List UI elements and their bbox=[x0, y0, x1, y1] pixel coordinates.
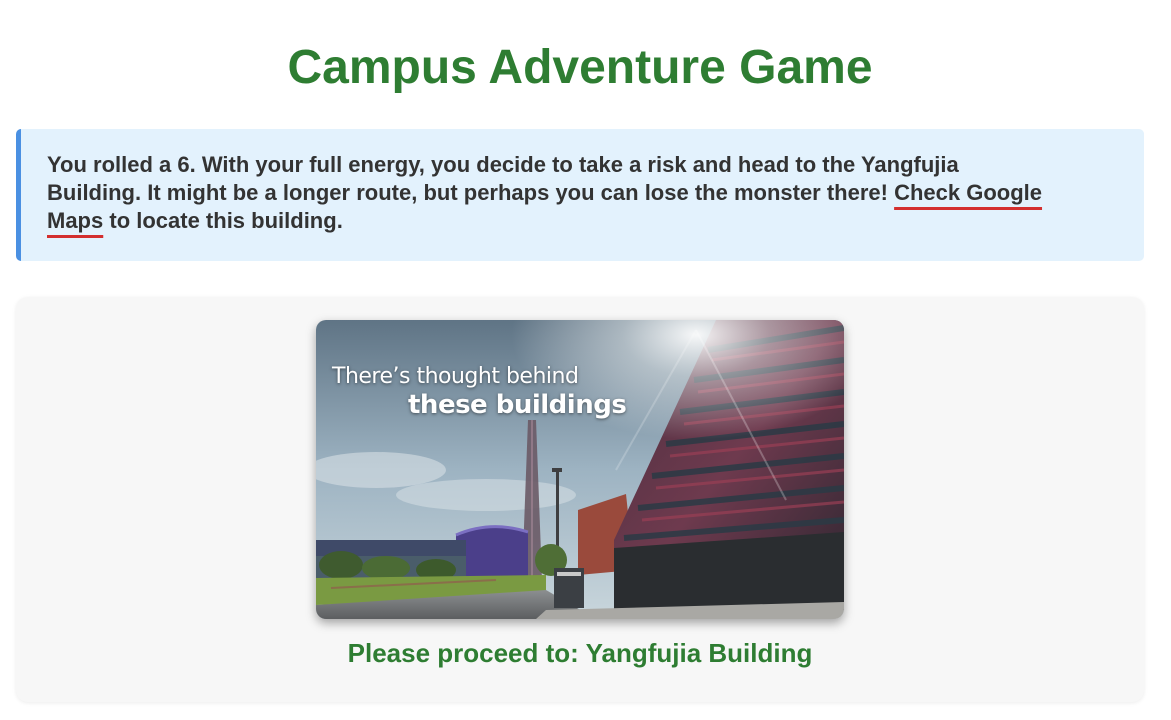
story-message-box: You rolled a 6. With your full energy, y… bbox=[16, 129, 1144, 261]
location-card: There’s thought behind these buildings P… bbox=[16, 297, 1144, 702]
proceed-destination-text: Please proceed to: Yangfujia Building bbox=[347, 638, 813, 668]
story-text-main: You rolled a 6. With your full energy, y… bbox=[47, 152, 959, 205]
game-page: Campus Adventure Game You rolled a 6. Wi… bbox=[0, 0, 1171, 720]
photo-caption-line1: There’s thought behind bbox=[332, 364, 579, 389]
building-photo: There’s thought behind these buildings bbox=[316, 320, 844, 619]
story-text-end: to locate this building. bbox=[103, 208, 343, 233]
story-text: You rolled a 6. With your full energy, y… bbox=[47, 151, 1057, 235]
photo-caption-line2: these buildings bbox=[408, 390, 627, 420]
page-title: Campus Adventure Game bbox=[287, 41, 873, 94]
